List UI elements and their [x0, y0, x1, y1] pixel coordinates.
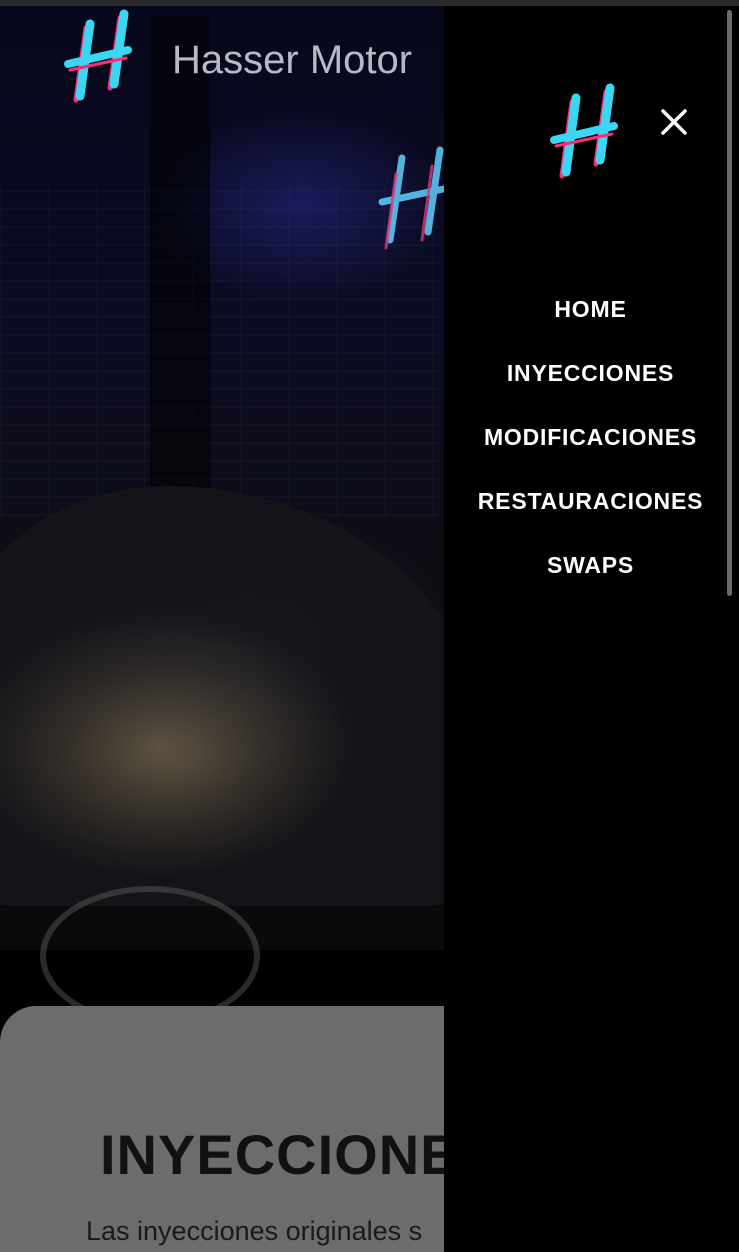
hero-car — [0, 486, 480, 906]
nav-item-inyecciones[interactable]: INYECCIONES — [444, 352, 737, 416]
nav-item-modificaciones[interactable]: MODIFICACIONES — [444, 416, 737, 480]
hero-wheel — [40, 886, 260, 1026]
close-icon[interactable] — [652, 100, 696, 144]
status-bar — [0, 0, 739, 6]
hasser-h-logo-icon[interactable] — [548, 80, 620, 188]
drawer-nav: HOME INYECCIONES MODIFICACIONES RESTAURA… — [444, 288, 737, 608]
section-text: Las inyecciones originales s — [86, 1216, 423, 1246]
section-title: INYECCIONE — [100, 1123, 459, 1186]
nav-item-restauraciones[interactable]: RESTAURACIONES — [444, 480, 737, 544]
nav-drawer: HOME INYECCIONES MODIFICACIONES RESTAURA… — [444, 6, 739, 1252]
nav-item-home[interactable]: HOME — [444, 288, 737, 352]
site-title: Hasser Motor — [172, 38, 413, 82]
nav-item-swaps[interactable]: SWAPS — [444, 544, 737, 608]
drawer-scrollbar[interactable] — [727, 10, 732, 596]
hero-pillar — [150, 16, 210, 516]
hasser-h-logo-icon[interactable] — [62, 8, 134, 112]
